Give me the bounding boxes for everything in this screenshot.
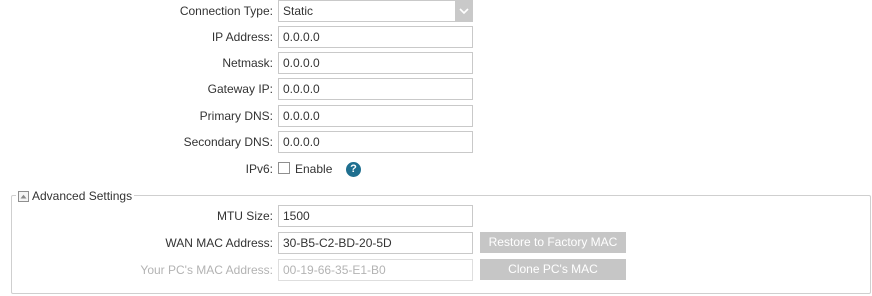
pc-mac-input: 00-19-66-35-E1-B0: [278, 259, 473, 281]
connection-type-value: Static: [283, 4, 314, 18]
netmask-label: Netmask:: [222, 56, 273, 70]
gateway-ip-label: Gateway IP:: [207, 82, 273, 96]
wan-mac-row: WAN MAC Address: 30-B5-C2-BD-20-5D Resto…: [0, 232, 872, 254]
gateway-ip-input[interactable]: 0.0.0.0: [278, 78, 473, 100]
chevron-down-icon[interactable]: [455, 1, 472, 21]
primary-dns-label: Primary DNS:: [199, 109, 273, 123]
secondary-dns-input[interactable]: 0.0.0.0: [278, 131, 473, 153]
advanced-settings-legend[interactable]: Advanced Settings: [16, 188, 135, 204]
primary-dns-input[interactable]: 0.0.0.0: [278, 105, 473, 127]
ipv6-row: IPv6: Enable ?: [0, 158, 872, 180]
ipv6-label: IPv6:: [245, 162, 273, 176]
mtu-size-row: MTU Size: 1500: [0, 205, 872, 227]
netmask-row: Netmask: 0.0.0.0: [0, 52, 872, 74]
pc-mac-row: Your PC's MAC Address: 00-19-66-35-E1-B0…: [0, 259, 872, 281]
mtu-size-label: MTU Size:: [216, 209, 273, 223]
collapse-up-icon[interactable]: [18, 190, 29, 202]
connection-type-row: Connection Type: Static: [0, 0, 872, 22]
primary-dns-row: Primary DNS: 0.0.0.0: [0, 105, 872, 127]
mtu-size-input[interactable]: 1500: [278, 205, 473, 227]
secondary-dns-label: Secondary DNS:: [183, 135, 273, 149]
clone-pc-mac-button[interactable]: Clone PC's MAC: [480, 259, 626, 280]
restore-factory-mac-button[interactable]: Restore to Factory MAC: [480, 232, 626, 253]
ip-address-label: IP Address:: [211, 30, 273, 44]
ipv6-enable-checkbox[interactable]: [278, 162, 290, 174]
connection-type-label: Connection Type:: [179, 4, 273, 18]
netmask-input[interactable]: 0.0.0.0: [278, 52, 473, 74]
ip-address-row: IP Address: 0.0.0.0: [0, 26, 872, 48]
ip-address-input[interactable]: 0.0.0.0: [278, 26, 473, 48]
wan-mac-label: WAN MAC Address:: [165, 236, 273, 250]
gateway-ip-row: Gateway IP: 0.0.0.0: [0, 78, 872, 100]
pc-mac-label: Your PC's MAC Address:: [140, 263, 273, 277]
wan-mac-input[interactable]: 30-B5-C2-BD-20-5D: [278, 232, 473, 254]
advanced-settings-title: Advanced Settings: [32, 189, 133, 203]
ipv6-enable-label[interactable]: Enable: [295, 158, 332, 180]
connection-type-select[interactable]: Static: [278, 0, 473, 22]
help-icon[interactable]: ?: [346, 162, 361, 177]
secondary-dns-row: Secondary DNS: 0.0.0.0: [0, 131, 872, 153]
